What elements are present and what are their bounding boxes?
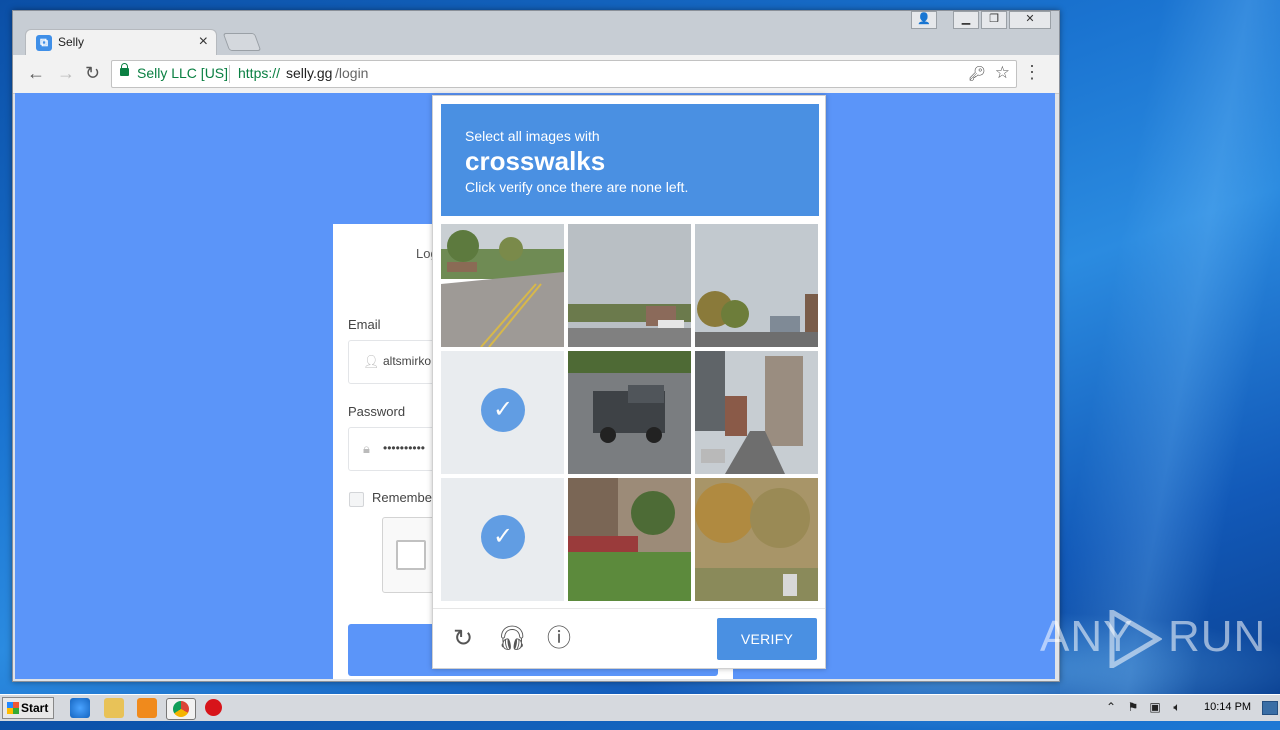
forward-arrow-icon[interactable]: → xyxy=(57,64,75,82)
street-photo-3 xyxy=(695,224,818,347)
window-controls: 👤 ▁ ❐ ✕ xyxy=(911,11,1051,29)
media-player-icon[interactable] xyxy=(137,698,157,718)
captcha-tile-1[interactable] xyxy=(441,224,564,347)
url-host: selly.gg xyxy=(286,65,333,81)
tab-title: Selly xyxy=(58,35,85,49)
email-value: altsmirko xyxy=(383,354,432,368)
close-window-button[interactable]: ✕ xyxy=(1009,11,1051,29)
captcha-keyword: crosswalks xyxy=(465,146,606,176)
new-tab-button[interactable] xyxy=(222,33,262,51)
address-bar[interactable]: Selly LLC [US] https:// selly.gg /login … xyxy=(111,60,1017,88)
watermark-play-icon xyxy=(1109,610,1162,668)
start-label: Start xyxy=(21,701,49,715)
captcha-footer: ↻ 🎧︎ ⓘ VERIFY xyxy=(433,608,825,669)
url-scheme: https:// xyxy=(238,65,281,81)
system-tray: ⌃ ⚑ ▣ 🔈︎ 10:14 PM xyxy=(1100,695,1280,721)
key-icon[interactable]: 🔑︎ xyxy=(968,65,986,82)
selly-favicon-icon: ⧉ xyxy=(36,35,52,51)
url-path: /login xyxy=(335,65,369,81)
chrome-icon xyxy=(173,701,189,717)
desktop-wallpaper-streak xyxy=(1060,0,1280,700)
captcha-tile-3[interactable] xyxy=(695,224,818,347)
ie-icon[interactable] xyxy=(70,698,90,718)
maximize-button[interactable]: ❐ xyxy=(981,11,1007,29)
captcha-tile-7-selected[interactable]: ✓ xyxy=(441,478,564,601)
minimize-button[interactable]: ▁ xyxy=(953,11,979,29)
street-photo-2 xyxy=(568,224,691,347)
watermark-run: RUN xyxy=(1168,612,1267,661)
refresh-icon[interactable]: ↻ xyxy=(449,625,477,653)
audio-challenge-icon[interactable]: 🎧︎ xyxy=(497,625,527,653)
password-label: Password xyxy=(348,404,406,419)
chrome-taskbar-button[interactable] xyxy=(166,698,196,720)
user-icon: 👤︎ xyxy=(363,354,380,369)
address-divider xyxy=(229,65,230,83)
street-photo-8 xyxy=(568,478,691,601)
reload-icon[interactable]: ↻ xyxy=(85,64,100,82)
street-photo-6 xyxy=(695,351,818,474)
street-photo-1 xyxy=(441,224,564,347)
info-icon[interactable]: ⓘ xyxy=(545,625,573,653)
captcha-tile-9[interactable] xyxy=(695,478,818,601)
captcha-challenge: Select all images with crosswalks Click … xyxy=(432,95,826,669)
stop-icon[interactable] xyxy=(205,699,222,716)
lock-icon: 🔒︎ xyxy=(363,441,370,456)
captcha-tile-2[interactable] xyxy=(568,224,691,347)
network-icon[interactable]: ▣ xyxy=(1148,700,1162,714)
remember-checkbox[interactable] xyxy=(349,492,364,507)
site-identity[interactable]: Selly LLC [US] xyxy=(137,65,228,81)
verify-button[interactable]: VERIFY xyxy=(717,618,817,660)
captcha-header: Select all images with crosswalks Click … xyxy=(441,104,819,216)
back-arrow-icon[interactable]: ← xyxy=(27,64,45,82)
lock-icon xyxy=(120,63,129,76)
tab-close-icon[interactable]: × xyxy=(199,33,208,51)
browser-menu-icon[interactable]: ⋮ xyxy=(1023,63,1041,81)
captcha-instruction: Select all images with xyxy=(465,128,600,144)
street-photo-9 xyxy=(695,478,818,601)
browser-toolbar: ← → ↻ Selly LLC [US] https:// selly.gg /… xyxy=(13,55,1059,94)
checkmark-icon: ✓ xyxy=(481,515,525,559)
folder-icon[interactable] xyxy=(104,698,124,718)
profile-icon[interactable]: 👤 xyxy=(911,11,937,29)
recaptcha-checkbox[interactable] xyxy=(396,540,426,570)
browser-titlebar: ⧉ Selly × 👤 ▁ ❐ ✕ xyxy=(13,11,1059,56)
captcha-tile-4-selected[interactable]: ✓ xyxy=(441,351,564,474)
captcha-subtext: Click verify once there are none left. xyxy=(465,179,689,195)
show-desktop-button[interactable] xyxy=(1262,701,1278,715)
start-button[interactable]: Start xyxy=(2,697,54,719)
captcha-image-grid: ✓ ✓ xyxy=(441,224,819,602)
captcha-tile-8[interactable] xyxy=(568,478,691,601)
captcha-tile-5[interactable] xyxy=(568,351,691,474)
taskbar: Start ⌃ ⚑ ▣ 🔈︎ 10:14 PM xyxy=(0,694,1280,721)
street-photo-5 xyxy=(568,351,691,474)
password-value: •••••••••• xyxy=(383,441,426,455)
bookmark-star-icon[interactable]: ☆ xyxy=(995,63,1010,83)
tray-expand-icon[interactable]: ⌃ xyxy=(1104,700,1118,714)
tab-selly[interactable]: ⧉ Selly × xyxy=(25,29,217,56)
captcha-tile-6[interactable] xyxy=(695,351,818,474)
taskbar-clock[interactable]: 10:14 PM xyxy=(1204,701,1251,713)
action-center-flag-icon[interactable]: ⚑ xyxy=(1126,700,1140,714)
email-label: Email xyxy=(348,317,381,332)
remember-label: Remember xyxy=(372,490,437,505)
volume-icon[interactable]: 🔈︎ xyxy=(1170,700,1184,714)
checkmark-icon: ✓ xyxy=(481,388,525,432)
windows-logo-icon xyxy=(7,702,19,714)
